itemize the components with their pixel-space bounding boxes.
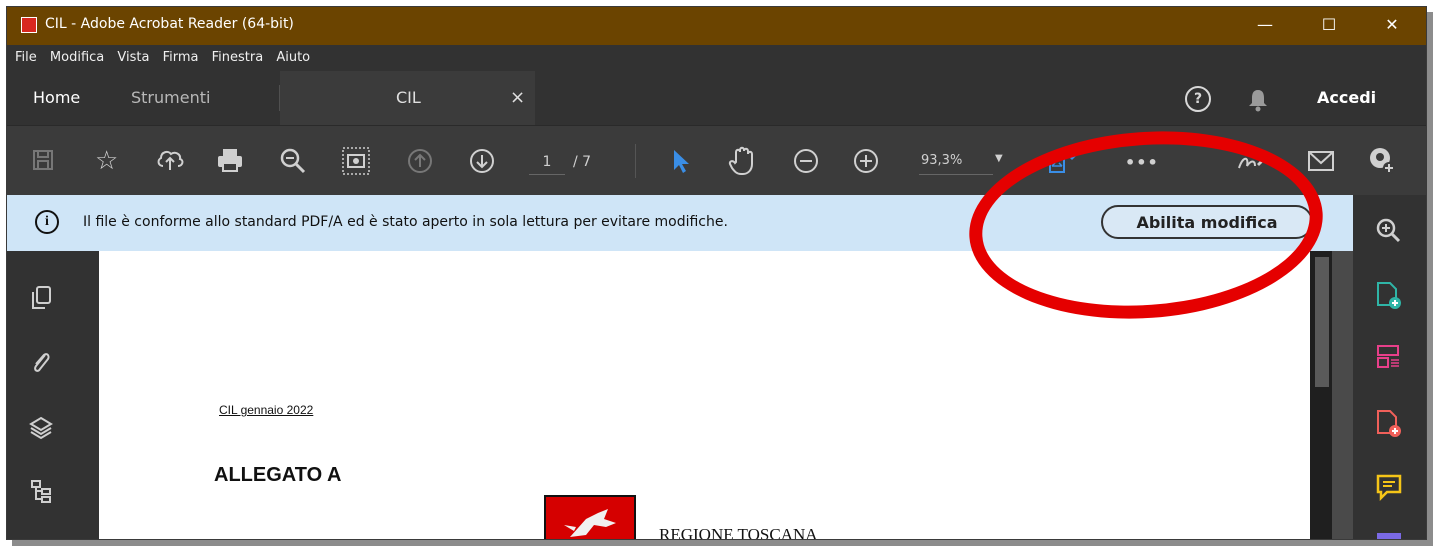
tab-close-icon[interactable]: × [510,71,525,125]
menu-aiuto[interactable]: Aiuto [276,45,310,71]
menu-finestra[interactable]: Finestra [212,45,264,71]
pegasus-emblem-icon [564,509,616,537]
zoom-in-icon[interactable] [853,148,879,174]
window-title: CIL - Adobe Acrobat Reader (64-bit) [45,16,294,32]
page-thumbnails-icon[interactable] [29,285,53,311]
chevron-down-icon: ▼ [995,153,1003,164]
regione-toscana-logo [544,495,636,539]
tab-document-label: CIL [396,88,421,107]
pdf-page[interactable]: CIL gennaio 2022 ALLEGATO A REGIONE TOSC… [99,251,1310,539]
title-bar: CIL - Adobe Acrobat Reader (64-bit) — ☐ … [7,7,1426,45]
more-tools-icon[interactable]: ••• [1125,150,1159,176]
tab-bar: Home Strumenti CIL × ? Accedi [7,71,1426,125]
zoom-search-icon[interactable] [279,147,307,175]
close-window-button[interactable]: ✕ [1369,7,1415,45]
help-icon[interactable]: ? [1185,86,1211,112]
zoom-level-dropdown[interactable]: 93,3% ▼ [919,150,1003,175]
bookmark-star-icon[interactable]: ☆ [95,148,118,174]
attachments-icon[interactable] [29,349,53,375]
maximize-button[interactable]: ☐ [1306,7,1352,45]
menu-vista[interactable]: Vista [117,45,149,71]
create-pdf-icon[interactable] [1375,281,1403,311]
page-number-input[interactable]: 1 [529,150,565,175]
zoom-out-icon[interactable] [793,148,819,174]
menu-bar: File Modifica Vista Firma Finestra Aiuto [7,45,1426,71]
sign-tool-icon[interactable] [1237,148,1273,176]
acrobat-window: CIL - Adobe Acrobat Reader (64-bit) — ☐ … [6,6,1427,540]
more-tools-partial-icon[interactable] [1377,533,1401,539]
next-page-icon[interactable] [469,148,495,174]
previous-page-icon[interactable] [407,148,433,174]
sign-in-button[interactable]: Accedi [1317,71,1376,125]
comment-icon[interactable] [1375,473,1403,501]
tab-strumenti[interactable]: Strumenti [131,71,210,125]
menu-modifica[interactable]: Modifica [50,45,104,71]
search-zoom-icon[interactable] [1375,217,1401,243]
scrollbar-thumb[interactable] [1315,257,1329,387]
menu-file[interactable]: File [15,45,37,71]
organize-pages-icon[interactable] [1375,343,1403,371]
tab-home[interactable]: Home [33,71,80,125]
tab-document[interactable]: CIL × [280,71,535,125]
menu-firma[interactable]: Firma [163,45,199,71]
cloud-upload-icon[interactable] [155,146,185,174]
select-cursor-icon[interactable] [669,148,691,174]
hand-tool-icon[interactable] [727,146,757,176]
layers-icon[interactable] [29,415,53,441]
document-header-text: CIL gennaio 2022 [219,403,314,417]
pdfa-info-bar: i Il file è conforme allo standard PDF/A… [7,195,1353,251]
save-icon[interactable] [31,148,55,172]
export-pdf-icon[interactable] [1375,409,1403,439]
left-navigation-panel [7,251,99,539]
acrobat-logo-icon [21,17,37,33]
print-icon[interactable] [216,146,244,174]
enable-editing-button[interactable]: Abilita modifica [1101,205,1313,239]
info-icon: i [35,210,59,234]
mail-icon[interactable] [1307,148,1335,174]
snapshot-icon[interactable] [342,147,370,175]
bell-icon[interactable] [1247,88,1269,112]
right-tools-panel [1353,195,1426,539]
page-total: / 7 [573,154,592,170]
structure-tree-icon[interactable] [29,479,53,505]
add-user-icon[interactable] [1367,146,1397,176]
organization-name: REGIONE TOSCANA [659,525,818,540]
toolbar: ☆ 1 / 7 93,3% ▼ ••• [7,125,1426,196]
minimize-button[interactable]: — [1242,7,1288,45]
document-heading: ALLEGATO A [214,464,342,486]
zoom-level-value: 93,3% [921,153,963,168]
fit-page-icon[interactable] [1047,150,1077,176]
toolbar-divider [635,144,636,178]
info-message: Il file è conforme allo standard PDF/A e… [83,214,728,230]
